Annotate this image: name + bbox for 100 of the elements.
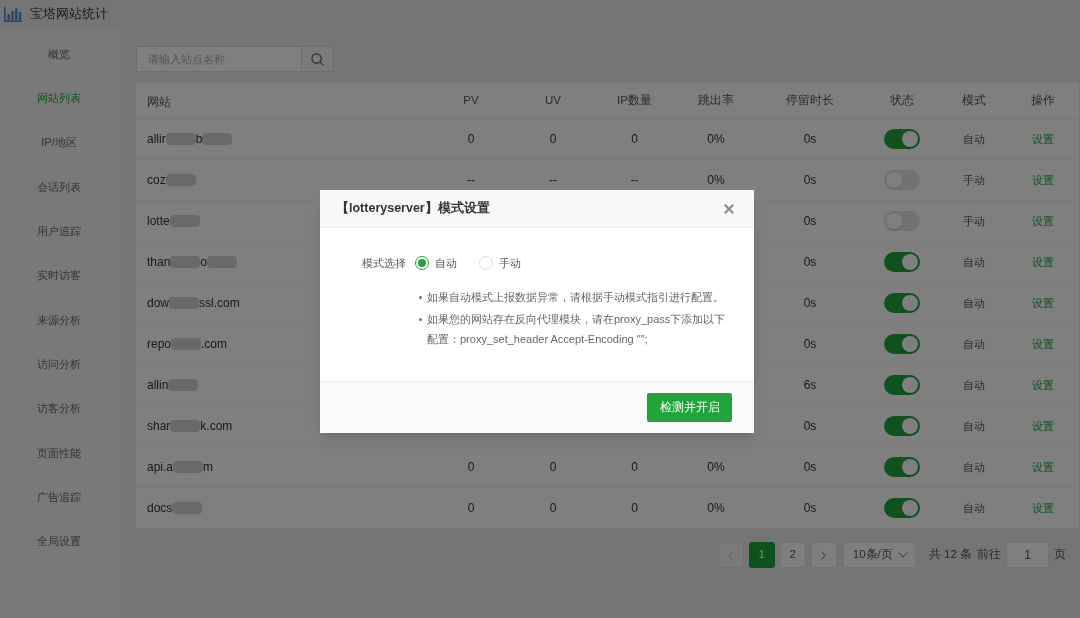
- chevron-right-icon: [821, 550, 827, 560]
- table-cell-text: 0s: [803, 213, 817, 230]
- settings-link[interactable]: 设置: [1032, 458, 1054, 476]
- sidebar-item[interactable]: 概览: [48, 45, 70, 63]
- page-suffix-text: 页: [1054, 547, 1066, 563]
- table-cell-text: 0%: [707, 500, 725, 517]
- column-header: PV: [463, 92, 479, 108]
- table-cell-text: 0s: [803, 336, 817, 353]
- table-cell-text: 0: [467, 459, 475, 476]
- sidebar-item[interactable]: 全局设置: [37, 533, 81, 550]
- search-icon: [311, 52, 324, 66]
- table-cell-text: 0: [631, 131, 638, 148]
- page-button[interactable]: 1: [748, 542, 775, 568]
- table-cell-text: 0%: [707, 172, 725, 189]
- table-cell-text: 0s: [803, 295, 817, 312]
- sidebar-item[interactable]: 访问分析: [37, 355, 81, 373]
- field-label: 模式选择: [362, 255, 406, 271]
- mode-text: 手动: [963, 172, 985, 188]
- settings-link[interactable]: 设置: [1032, 130, 1054, 148]
- site-name-text: shar: [147, 418, 171, 435]
- table-cell-text: 6s: [803, 377, 817, 394]
- site-name-text: b: [195, 131, 203, 148]
- column-header: 跳出率: [698, 92, 734, 108]
- mode-text: 自动: [963, 418, 985, 434]
- site-name-text: k.com: [200, 418, 233, 435]
- table-cell-text: 0s: [803, 131, 817, 148]
- app-title: 宝塔网站统计: [30, 7, 108, 21]
- settings-link[interactable]: 设置: [1032, 376, 1054, 394]
- sidebar-item[interactable]: 会话列表: [37, 178, 81, 196]
- site-name-text: ssl.com: [199, 295, 240, 312]
- mode-text: 手动: [963, 213, 985, 229]
- column-header: IP数量: [617, 92, 652, 108]
- table-cell-text: 0%: [707, 459, 725, 476]
- radio-option[interactable]: 手动: [479, 254, 521, 272]
- column-header: UV: [545, 92, 561, 108]
- settings-link[interactable]: 设置: [1032, 171, 1054, 189]
- site-name-text: allin: [147, 377, 169, 394]
- mode-text: 自动: [963, 336, 985, 352]
- table-cell-text: 0: [549, 131, 557, 148]
- site-name-text: coz: [147, 172, 166, 189]
- table-cell-text: 0s: [803, 254, 817, 271]
- site-name-text: dow: [147, 295, 169, 312]
- bar-chart-icon: [4, 6, 22, 22]
- status-toggle[interactable]: [884, 129, 920, 149]
- goto-label: 前往: [977, 547, 1001, 563]
- page-size-select[interactable]: 10条/页: [842, 542, 916, 568]
- settings-link[interactable]: 设置: [1032, 253, 1054, 271]
- close-icon[interactable]: [724, 203, 734, 214]
- mode-text: 自动: [963, 500, 985, 516]
- site-name-text: than: [147, 254, 171, 271]
- dialog-title: 【lotteryserver】模式设置: [336, 200, 490, 218]
- sidebar-item[interactable]: 网站列表: [37, 90, 81, 107]
- page-button[interactable]: 2: [779, 542, 806, 568]
- status-toggle[interactable]: [884, 375, 920, 395]
- bullet-icon: [419, 296, 422, 299]
- status-toggle[interactable]: [884, 293, 920, 313]
- radio-option[interactable]: 自动: [415, 254, 457, 272]
- total-count-text: 共 12 条: [928, 547, 972, 563]
- table-cell-text: 0: [549, 459, 557, 476]
- status-toggle[interactable]: [884, 416, 920, 436]
- site-name-text: lotte: [147, 213, 170, 230]
- table-cell-text: 0s: [803, 459, 817, 476]
- column-header: 模式: [962, 92, 986, 108]
- mode-text: 自动: [963, 295, 985, 311]
- note-text: 如果您的网站存在反向代理模块，请在proxy_pass下添加以下配置：proxy_set_header Accept-Encoding "";: [427, 312, 727, 347]
- settings-link[interactable]: 设置: [1032, 335, 1054, 353]
- table-cell-text: 0: [631, 459, 638, 476]
- table-cell-text: 0: [467, 500, 475, 517]
- sidebar-item[interactable]: IP/地区: [41, 134, 77, 151]
- table-cell-text: 0s: [803, 172, 817, 189]
- settings-link[interactable]: 设置: [1032, 294, 1054, 312]
- settings-link[interactable]: 设置: [1032, 499, 1054, 517]
- status-toggle[interactable]: [884, 498, 920, 518]
- status-toggle[interactable]: [884, 252, 920, 272]
- site-name-text: allir: [147, 131, 166, 148]
- table-cell-text: 0: [631, 500, 638, 517]
- site-name-text: o: [200, 254, 208, 271]
- table-cell-text: --: [549, 172, 557, 189]
- sidebar-item[interactable]: 来源分析: [37, 311, 81, 329]
- sidebar-item[interactable]: 访客分析: [37, 400, 81, 417]
- settings-link[interactable]: 设置: [1032, 212, 1054, 230]
- chevron-down-icon: [897, 552, 908, 558]
- site-name-text: api.a: [147, 459, 174, 476]
- status-toggle[interactable]: [884, 457, 920, 477]
- search-button[interactable]: [302, 46, 334, 72]
- column-header: 停留时长: [786, 92, 834, 108]
- bullet-icon: [419, 318, 422, 321]
- mode-text: 自动: [963, 377, 985, 393]
- table-cell-text: --: [467, 172, 475, 189]
- table-cell-text: 0%: [707, 131, 725, 148]
- sidebar-item[interactable]: 实时访客: [37, 267, 81, 284]
- table-cell-text: 0s: [803, 500, 817, 517]
- mode-text: 自动: [963, 459, 985, 475]
- table-cell-text: 0: [549, 500, 557, 517]
- page-number-input[interactable]: 1: [1006, 542, 1049, 568]
- settings-link[interactable]: 设置: [1032, 417, 1054, 435]
- detect-and-enable-button[interactable]: 检测并开启: [647, 393, 732, 422]
- column-header: 操作: [1031, 92, 1055, 108]
- mode-text: 自动: [963, 254, 985, 270]
- status-toggle[interactable]: [884, 334, 920, 354]
